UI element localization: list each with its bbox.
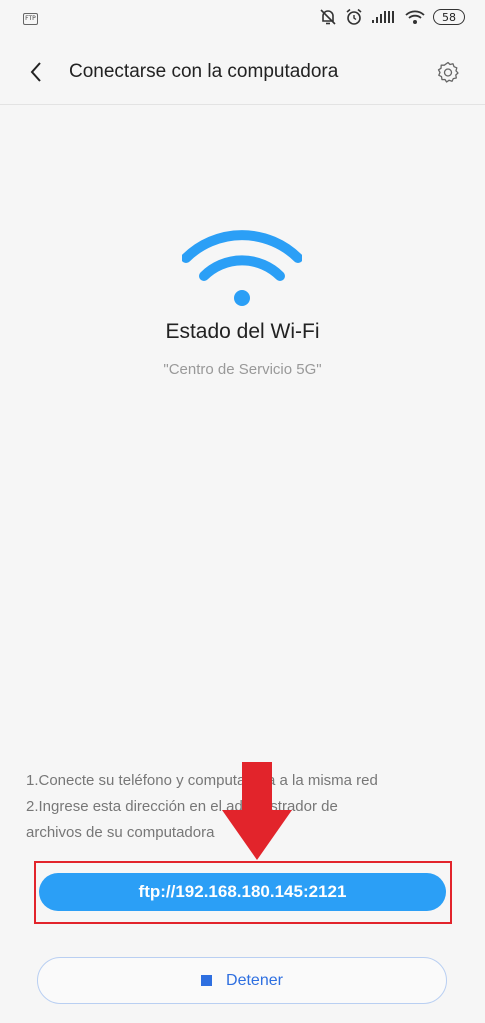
status-icons: 58	[319, 8, 465, 26]
back-button[interactable]	[25, 60, 49, 84]
battery-indicator: 58	[433, 9, 465, 25]
app-header: Conectarse con la computadora	[0, 40, 485, 105]
stop-button-label: Detener	[226, 971, 283, 989]
wifi-status-icon	[405, 10, 425, 24]
signal-icon	[372, 11, 394, 23]
wifi-status-title: Estado del Wi-Fi	[165, 320, 320, 343]
page-title: Conectarse con la computadora	[69, 61, 339, 82]
status-bar: FTP 58	[0, 0, 485, 40]
gear-icon	[437, 61, 459, 83]
settings-button[interactable]	[436, 60, 460, 84]
red-arrow-annotation	[222, 762, 292, 860]
bell-muted-icon	[320, 9, 336, 25]
ftp-status-icon: FTP	[23, 13, 38, 25]
network-name: "Centro de Servicio 5G"	[163, 361, 322, 378]
ftp-address-button[interactable]: ftp://192.168.180.145:2121	[39, 873, 446, 911]
wifi-icon	[182, 230, 302, 306]
stop-icon	[201, 975, 213, 986]
chevron-left-icon	[30, 62, 41, 82]
stop-button[interactable]: Detener	[37, 957, 447, 1004]
alarm-icon	[346, 8, 362, 25]
